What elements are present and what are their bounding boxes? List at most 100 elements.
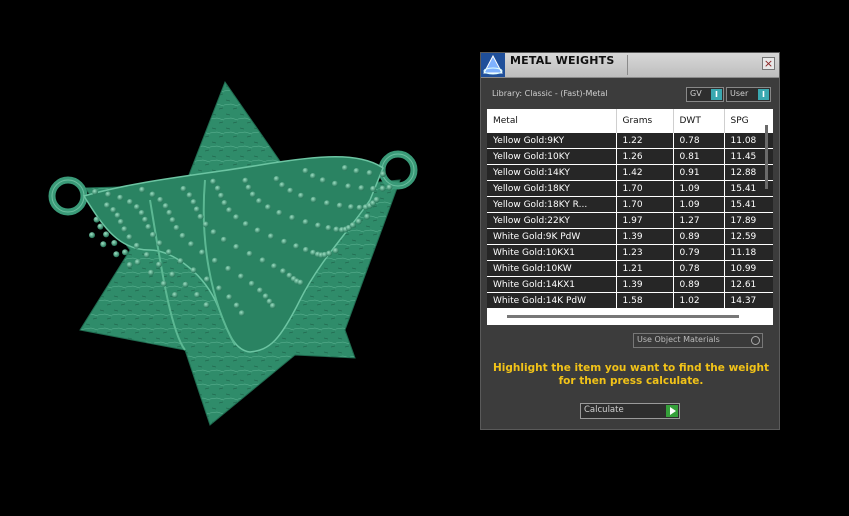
bead-dot [103, 231, 110, 238]
star-pendant-model[interactable] [0, 0, 470, 512]
bead-dot [273, 176, 280, 182]
metal-cell: White Gold:10KW [487, 260, 617, 277]
bead-dot [142, 216, 149, 223]
bead-dot [254, 227, 261, 234]
bead-dot [97, 223, 104, 230]
table-row[interactable]: White Gold:10KW 1.21 0.78 10.99 [487, 260, 773, 277]
dwt-cell: 0.89 [673, 276, 725, 293]
dwt-cell: 0.81 [673, 148, 725, 165]
calculate-button[interactable]: Calculate [580, 403, 680, 419]
bead-dot [199, 249, 206, 256]
spg-cell: 11.18 [724, 244, 773, 261]
close-icon[interactable]: × [762, 57, 775, 70]
bead-dot [126, 262, 133, 268]
bead-dot [203, 302, 210, 309]
bead-dot [332, 247, 339, 254]
metal-table-container[interactable]: Metal Grams DWT SPG Yellow Gold:9KY 1.22 0… [487, 109, 773, 325]
table-row[interactable]: Yellow Gold:14KY 1.42 0.91 12.88 [487, 164, 773, 181]
bead-dot [89, 232, 95, 239]
grams-cell: 1.26 [616, 148, 674, 165]
gv-toggle-label: GV [690, 89, 702, 98]
table-row[interactable]: White Gold:10KX1 1.23 0.79 11.18 [487, 244, 773, 261]
instructions-text: Highlight the item you want to find the … [491, 362, 771, 388]
table-row[interactable]: Yellow Gold:18KY 1.70 1.09 15.41 [487, 180, 773, 197]
grams-cell: 1.39 [616, 228, 674, 245]
bead-dot [111, 240, 118, 246]
grams-cell: 1.42 [616, 164, 674, 181]
dwt-cell: 0.78 [673, 260, 725, 277]
table-row[interactable]: White Gold:14KX1 1.39 0.89 12.61 [487, 276, 773, 293]
bead-dot [281, 238, 288, 245]
table-row[interactable]: Yellow Gold:10KY 1.26 0.81 11.45 [487, 148, 773, 165]
bead-dot [203, 276, 210, 283]
bead-dot [238, 310, 245, 317]
table-row[interactable]: Yellow Gold:18KY R... 1.70 1.09 15.41 [487, 196, 773, 213]
3d-viewport[interactable] [0, 0, 470, 512]
dwt-cell: 1.09 [673, 196, 725, 213]
bead-dot [186, 192, 193, 199]
user-toggle[interactable]: User I [726, 87, 771, 102]
table-row[interactable]: Yellow Gold:9KY 1.22 0.78 11.08 [487, 133, 773, 149]
grams-cell: 1.70 [616, 180, 674, 197]
bead-dot [332, 180, 338, 187]
bead-dot [180, 185, 187, 192]
horizontal-scrollbar[interactable] [507, 315, 739, 318]
bead-dot [336, 202, 343, 209]
bead-dot [197, 213, 204, 220]
gv-toggle[interactable]: GV I [686, 87, 724, 102]
vertical-scrollbar[interactable] [765, 125, 768, 189]
bead-dot [356, 204, 363, 211]
metal-cell: White Gold:14KX1 [487, 276, 617, 293]
bead-dot [126, 199, 133, 205]
bead-dot [287, 187, 294, 194]
bead-dot [148, 269, 154, 276]
play-arrow-icon[interactable] [666, 405, 678, 417]
bead-dot [193, 206, 200, 213]
column-header-metal[interactable]: Metal [487, 109, 617, 133]
bead-dot [121, 226, 128, 233]
grams-cell: 1.21 [616, 260, 674, 277]
user-toggle-switch[interactable]: I [758, 89, 769, 100]
bead-dot [276, 209, 283, 216]
grams-cell: 1.23 [616, 244, 674, 261]
bead-dot [386, 184, 393, 191]
bead-dot [249, 191, 256, 198]
column-header-dwt[interactable]: DWT [673, 109, 725, 133]
bead-dot [194, 291, 201, 298]
radio-icon[interactable] [751, 336, 760, 345]
bead-dot [279, 182, 286, 189]
bead-dot [133, 242, 140, 249]
bead-dot [242, 221, 249, 228]
metal-cell: Yellow Gold:18KY [487, 180, 617, 197]
calculate-label: Calculate [584, 405, 624, 415]
dwt-cell: 0.89 [673, 228, 725, 245]
use-object-materials-label: Use Object Materials [637, 335, 720, 344]
table-row[interactable]: White Gold:9K PdW 1.39 0.89 12.59 [487, 228, 773, 245]
bead-dot [117, 194, 124, 201]
column-header-grams[interactable]: Grams [616, 109, 674, 133]
bead-dot [177, 258, 184, 265]
table-row[interactable]: Yellow Gold:22KY 1.97 1.27 17.89 [487, 212, 773, 229]
dwt-cell: 1.09 [673, 180, 725, 197]
spg-cell: 10.99 [724, 260, 773, 277]
bead-dot [225, 265, 232, 272]
spg-cell: 14.37 [724, 292, 773, 309]
panel-titlebar[interactable]: METAL WEIGHTS × [481, 53, 779, 78]
gv-toggle-switch[interactable]: I [711, 89, 722, 100]
bead-dot [156, 261, 162, 268]
bead-dot [245, 184, 252, 191]
bead-dot [293, 243, 300, 250]
bead-dot [319, 177, 326, 184]
bead-dot [257, 287, 263, 294]
bead-dot [134, 259, 141, 266]
table-row[interactable]: White Gold:14K PdW 1.58 1.02 14.37 [487, 292, 773, 309]
dwt-cell: 0.91 [673, 164, 725, 181]
bead-dot [216, 285, 223, 292]
bead-dot [218, 192, 225, 199]
use-object-materials-option[interactable]: Use Object Materials [633, 333, 763, 348]
bead-dot [271, 263, 278, 270]
bead-dot [190, 199, 197, 206]
bead-dot [173, 224, 180, 231]
bead-dot [220, 236, 227, 243]
bead-dot [364, 213, 371, 220]
